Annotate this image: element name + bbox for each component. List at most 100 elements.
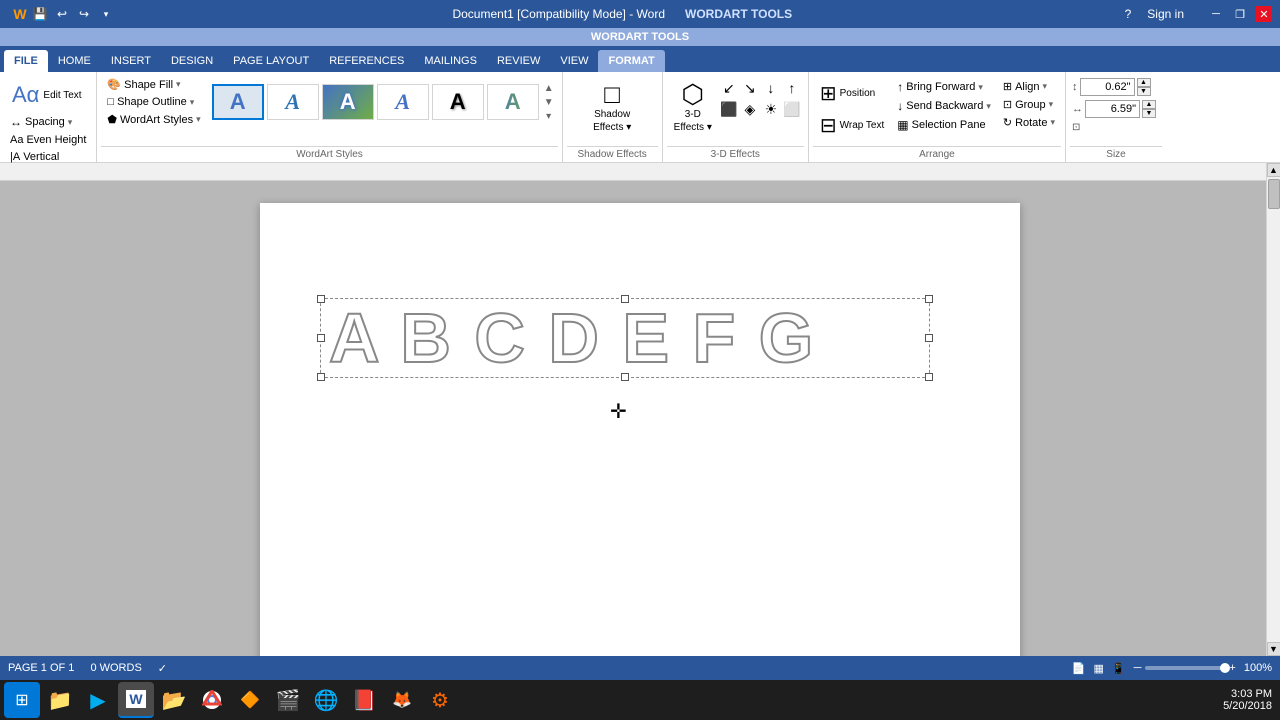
group-arrange: ⊞ Position ⊟ Wrap Text ↑ Bring Forward ▾…: [809, 72, 1066, 162]
firefox-button[interactable]: 🦊: [384, 682, 420, 718]
handle-top-left[interactable]: [317, 295, 325, 303]
handle-bottom-left[interactable]: [317, 373, 325, 381]
send-backward-label: Send Backward: [906, 100, 983, 112]
minimize-button[interactable]: ─: [1208, 6, 1224, 22]
tab-mailings[interactable]: MAILINGS: [414, 50, 487, 72]
title-text: Document1 [Compatibility Mode] - Word: [452, 7, 665, 21]
zoom-minus-button[interactable]: ─: [1134, 662, 1142, 674]
help-icon[interactable]: ?: [1125, 7, 1132, 21]
send-backward-button[interactable]: ↓ Send Backward ▾: [893, 97, 995, 115]
handle-bottom-right[interactable]: [925, 373, 933, 381]
wordart-scroll-more[interactable]: ▾: [542, 109, 556, 123]
start-button[interactable]: ⊞: [4, 682, 40, 718]
video-button[interactable]: 🎬: [270, 682, 306, 718]
scroll-up-button[interactable]: ▲: [1267, 163, 1280, 177]
handle-top-center[interactable]: [621, 295, 629, 303]
file-explorer-button[interactable]: 📁: [42, 682, 78, 718]
save-button[interactable]: 💾: [30, 4, 50, 24]
tab-review[interactable]: REVIEW: [487, 50, 550, 72]
3d-effects-button[interactable]: ⬡ 3-D Effects ▾: [669, 78, 717, 136]
word-button[interactable]: W: [118, 682, 154, 718]
wordart-style-4[interactable]: A: [377, 84, 429, 120]
undo-button[interactable]: ↩: [52, 4, 72, 24]
handle-middle-left[interactable]: [317, 334, 325, 342]
tab-home[interactable]: HOME: [48, 50, 101, 72]
customize-quick-access[interactable]: ▾: [96, 4, 116, 24]
redo-button[interactable]: ↪: [74, 4, 94, 24]
selection-pane-button[interactable]: ▦ Selection Pane: [893, 116, 995, 134]
spacing-button[interactable]: ↔ Spacing ▾: [6, 113, 76, 131]
document-area[interactable]: A B C D E F G ✛ ▲ ▼: [0, 163, 1280, 656]
3d-tilt-down[interactable]: ↓: [761, 78, 781, 98]
3d-effects-group-label: 3-D Effects: [667, 146, 804, 160]
width-spin-down[interactable]: ▼: [1142, 109, 1156, 118]
wordart-style-5[interactable]: A: [432, 84, 484, 120]
width-spin-up[interactable]: ▲: [1142, 100, 1156, 109]
group-button[interactable]: ⊡ Group ▾: [999, 96, 1059, 113]
wordart-style-3[interactable]: A: [322, 84, 374, 120]
position-button[interactable]: ⊞ Position: [815, 78, 889, 109]
chrome-button[interactable]: [194, 682, 230, 718]
spacing-dropdown: ▾: [68, 117, 73, 128]
bring-forward-button[interactable]: ↑ Bring Forward ▾: [893, 78, 995, 96]
tab-file[interactable]: FILE: [4, 50, 48, 72]
scrollbar-vertical[interactable]: ▲ ▼: [1266, 163, 1280, 656]
3d-rotate-right[interactable]: ↘: [740, 78, 760, 98]
wordart-object[interactable]: A B C D E F G: [320, 298, 930, 378]
scroll-down-button[interactable]: ▼: [1267, 642, 1280, 656]
view-web-icon[interactable]: 📱: [1112, 662, 1126, 675]
folder-button[interactable]: 📂: [156, 682, 192, 718]
tab-references[interactable]: REFERENCES: [319, 50, 414, 72]
tab-format[interactable]: FORMAT: [598, 50, 664, 72]
vlc-button[interactable]: 🔶: [232, 682, 268, 718]
handle-top-right[interactable]: [925, 295, 933, 303]
3d-surface[interactable]: ⬜: [782, 99, 802, 119]
align-arrange-button[interactable]: ⊞ Align ▾: [999, 78, 1059, 95]
tab-view[interactable]: VIEW: [550, 50, 598, 72]
scroll-thumb[interactable]: [1268, 179, 1280, 209]
handle-bottom-center[interactable]: [621, 373, 629, 381]
shadow-effects-button[interactable]: □ Shadow Effects ▾: [588, 78, 636, 136]
view-normal-icon[interactable]: 📄: [1072, 662, 1086, 675]
3d-rotate-left[interactable]: ↙: [719, 78, 739, 98]
close-button[interactable]: ✕: [1256, 6, 1272, 22]
shape-fill-button[interactable]: 🎨 Shape Fill ▾: [103, 76, 204, 93]
windows-media-player-button[interactable]: ▶: [80, 682, 116, 718]
3d-depth[interactable]: ⬛: [719, 99, 739, 119]
3d-tilt-up[interactable]: ↑: [782, 78, 802, 98]
wordart-scroll-down[interactable]: ▼: [542, 95, 556, 109]
rotate-button[interactable]: ↻ Rotate ▾: [999, 114, 1059, 131]
wordart-style-1[interactable]: A: [212, 84, 264, 120]
3d-lighting[interactable]: ☀: [761, 99, 781, 119]
tab-insert[interactable]: INSERT: [101, 50, 161, 72]
wordart-style-2[interactable]: A: [267, 84, 319, 120]
change-shape-button[interactable]: ⬟ WordArt Styles ▾: [103, 111, 204, 128]
spell-check-icon[interactable]: ✓: [158, 662, 167, 675]
acrobat-button[interactable]: 📕: [346, 682, 382, 718]
browser2-button[interactable]: 🌐: [308, 682, 344, 718]
restore-button[interactable]: ❐: [1232, 6, 1248, 22]
wordart-style-6[interactable]: A: [487, 84, 539, 120]
width-input[interactable]: 6.59": [1085, 100, 1140, 118]
word-icon: W: [126, 690, 145, 708]
wrap-text-button[interactable]: ⊟ Wrap Text: [815, 110, 889, 141]
zoom-slider[interactable]: [1145, 666, 1225, 670]
tab-page-layout[interactable]: PAGE LAYOUT: [223, 50, 319, 72]
height-spin-down[interactable]: ▼: [1137, 87, 1151, 96]
shape-outline-button[interactable]: □ Shape Outline ▾: [103, 94, 204, 110]
handle-middle-right[interactable]: [925, 334, 933, 342]
send-backward-icon: ↓: [897, 99, 903, 113]
tab-design[interactable]: DESIGN: [161, 50, 223, 72]
height-spin-up[interactable]: ▲: [1137, 78, 1151, 87]
3d-direction[interactable]: ◈: [740, 99, 760, 119]
even-height-button[interactable]: Aa Even Height: [6, 132, 90, 148]
height-input[interactable]: 0.62": [1080, 78, 1135, 96]
size-dialog-launcher[interactable]: ⊡: [1072, 122, 1080, 133]
sign-in-button[interactable]: Sign in: [1147, 7, 1184, 21]
spinner-button[interactable]: ⚙: [422, 682, 458, 718]
view-print-layout-icon[interactable]: ▦: [1094, 662, 1104, 675]
zoom-plus-button[interactable]: +: [1229, 662, 1235, 674]
group-3d-effects: ⬡ 3-D Effects ▾ ↙ ↘ ↓ ↑ ⬛ ◈ ☀ ⬜ 3-D Effe…: [663, 72, 809, 162]
wordart-scroll-up[interactable]: ▲: [542, 81, 556, 95]
edit-text-button[interactable]: Aα Edit Text: [6, 78, 90, 112]
